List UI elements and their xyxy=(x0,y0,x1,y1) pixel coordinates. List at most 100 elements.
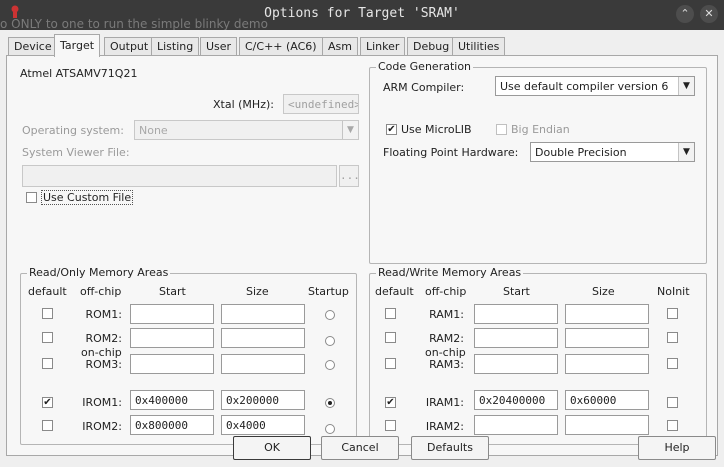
os-select[interactable]: None ▼ xyxy=(134,120,359,140)
irom1-default-checkbox[interactable]: ✔ xyxy=(42,397,53,408)
ram2-size-field[interactable] xyxy=(565,328,649,348)
minimize-icon[interactable]: ⌃ xyxy=(676,5,694,23)
target-panel: Atmel ATSAMV71Q21 Xtal (MHz): <undefined… xyxy=(6,55,718,456)
irom1-startup-radio[interactable] xyxy=(325,398,335,408)
rw-memory-title: Read/Write Memory Areas xyxy=(376,266,524,279)
browse-button[interactable]: ... xyxy=(339,165,359,187)
ram1-size-field[interactable] xyxy=(565,304,649,324)
irom2-size-field[interactable]: 0x4000 xyxy=(221,415,305,435)
irom1-start-field[interactable]: 0x400000 xyxy=(130,390,214,410)
os-label: Operating system: xyxy=(22,124,124,137)
iram2-size-field[interactable] xyxy=(565,415,649,435)
rw-header-default: default xyxy=(375,285,414,298)
compiler-value: Use default compiler version 6 xyxy=(500,80,669,93)
tab-output[interactable]: Output xyxy=(104,37,155,56)
tab-utilities[interactable]: Utilities xyxy=(452,37,506,56)
rom2-size-field[interactable] xyxy=(221,328,305,348)
ro-memory-title: Read/Only Memory Areas xyxy=(27,266,171,279)
os-value: None xyxy=(139,124,168,137)
sysviewer-field[interactable] xyxy=(22,165,337,187)
rom1-startup-radio[interactable] xyxy=(325,310,335,320)
tab-debug[interactable]: Debug xyxy=(407,37,456,56)
rw-header-offchip: off-chip xyxy=(425,285,467,298)
iram1-default-checkbox[interactable]: ✔ xyxy=(385,397,396,408)
ram3-default-checkbox[interactable] xyxy=(385,358,396,369)
iram1-noinit-checkbox[interactable] xyxy=(667,397,678,408)
chevron-down-icon: ▼ xyxy=(342,121,358,139)
ram1-label: RAM1: xyxy=(429,308,464,321)
irom2-default-checkbox[interactable] xyxy=(42,420,53,431)
ram3-size-field[interactable] xyxy=(565,354,649,374)
ram3-noinit-checkbox[interactable] xyxy=(667,358,678,369)
iram2-noinit-checkbox[interactable] xyxy=(667,420,678,431)
rom2-startup-radio[interactable] xyxy=(325,336,335,346)
irom2-start-field[interactable]: 0x800000 xyxy=(130,415,214,435)
rw-header-size: Size xyxy=(592,285,615,298)
tab-device[interactable]: Device xyxy=(8,37,58,56)
tab-linker[interactable]: Linker xyxy=(360,37,406,56)
use-custom-file-checkbox[interactable] xyxy=(26,192,37,203)
tab-asm[interactable]: Asm xyxy=(322,37,358,56)
rom1-size-field[interactable] xyxy=(221,304,305,324)
fp-select[interactable]: Double Precision ▼ xyxy=(530,142,695,162)
tab-listing[interactable]: Listing xyxy=(151,37,200,56)
tab-target[interactable]: Target xyxy=(54,34,101,57)
sysviewer-label: System Viewer File: xyxy=(22,146,130,159)
xtal-field[interactable]: <undefined> xyxy=(283,94,359,114)
window-title: Options for Target 'SRAM' xyxy=(264,6,460,21)
rom2-default-checkbox[interactable] xyxy=(42,332,53,343)
ro-header-default: default xyxy=(28,285,67,298)
rom3-start-field[interactable] xyxy=(130,354,214,374)
ram2-default-checkbox[interactable] xyxy=(385,332,396,343)
cancel-button[interactable]: Cancel xyxy=(321,436,399,460)
rom2-label: ROM2: xyxy=(85,332,123,345)
ram1-default-checkbox[interactable] xyxy=(385,308,396,319)
iram2-default-checkbox[interactable] xyxy=(385,420,396,431)
use-custom-file-label[interactable]: Use Custom File xyxy=(41,190,134,205)
close-icon[interactable]: ✕ xyxy=(700,5,718,23)
irom1-size-field[interactable]: 0x200000 xyxy=(221,390,305,410)
use-microlib-checkbox[interactable]: ✔ xyxy=(386,124,397,135)
irom2-label: IROM2: xyxy=(82,420,122,433)
ram3-start-field[interactable] xyxy=(474,354,558,374)
ram3-label: RAM3: xyxy=(429,358,464,371)
iram1-size-field[interactable]: 0x60000 xyxy=(565,390,649,410)
ram2-start-field[interactable] xyxy=(474,328,558,348)
chevron-down-icon: ▼ xyxy=(678,77,694,95)
title-bar: o ONLY to one to run the simple blinky d… xyxy=(0,0,724,31)
device-name: Atmel ATSAMV71Q21 xyxy=(20,67,138,80)
compiler-select[interactable]: Use default compiler version 6 ▼ xyxy=(495,76,695,96)
iram2-label: IRAM2: xyxy=(425,420,464,433)
ram2-label: RAM2: xyxy=(429,332,464,345)
help-button[interactable]: Help xyxy=(638,436,716,460)
rom1-start-field[interactable] xyxy=(130,304,214,324)
iram2-start-field[interactable] xyxy=(474,415,558,435)
irom1-label: IROM1: xyxy=(82,396,122,409)
ram2-noinit-checkbox[interactable] xyxy=(667,332,678,343)
rom1-default-checkbox[interactable] xyxy=(42,308,53,319)
irom2-startup-radio[interactable] xyxy=(325,424,335,434)
use-microlib-label: Use MicroLIB xyxy=(401,123,472,136)
ro-header-size: Size xyxy=(246,285,269,298)
defaults-button[interactable]: Defaults xyxy=(411,436,489,460)
ok-button[interactable]: OK xyxy=(233,436,311,460)
code-generation-group: Code Generation xyxy=(369,60,707,264)
ram1-noinit-checkbox[interactable] xyxy=(667,308,678,319)
xtal-label: Xtal (MHz): xyxy=(213,98,274,111)
options-dialog: Device Target Output Listing User C/C++ … xyxy=(0,30,724,467)
rom3-startup-radio[interactable] xyxy=(325,360,335,370)
rw-header-start: Start xyxy=(503,285,530,298)
big-endian-checkbox[interactable] xyxy=(496,124,507,135)
rom3-size-field[interactable] xyxy=(221,354,305,374)
rom2-start-field[interactable] xyxy=(130,328,214,348)
tab-cpp[interactable]: C/C++ (AC6) xyxy=(239,37,323,56)
rom3-label: ROM3: xyxy=(85,358,123,371)
compiler-label: ARM Compiler: xyxy=(383,81,465,94)
ram1-start-field[interactable] xyxy=(474,304,558,324)
code-generation-title: Code Generation xyxy=(376,60,474,73)
tab-user[interactable]: User xyxy=(200,37,238,56)
iram1-label: IRAM1: xyxy=(425,396,464,409)
rom3-default-checkbox[interactable] xyxy=(42,358,53,369)
iram1-start-field[interactable]: 0x20400000 xyxy=(474,390,558,410)
rw-header-noinit: NoInit xyxy=(657,285,690,298)
